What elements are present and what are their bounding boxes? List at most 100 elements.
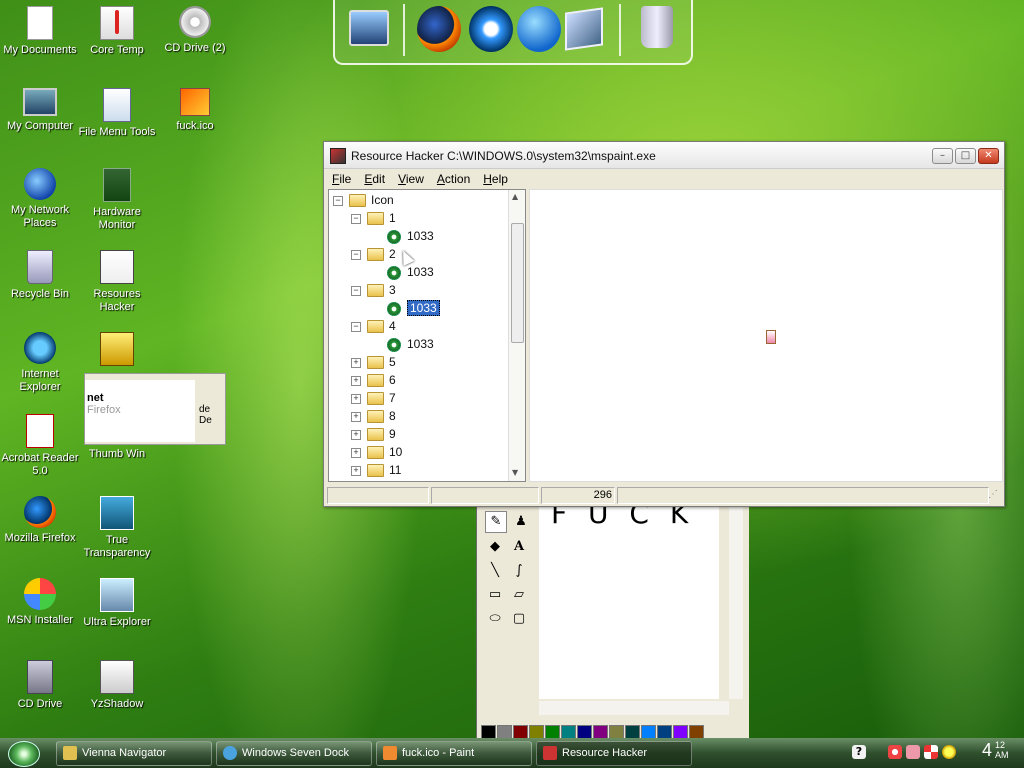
tray-smiley-icon[interactable] <box>942 745 956 759</box>
ellipse-tool-icon[interactable]: ⬭ <box>485 609 505 629</box>
rounded-rect-tool-icon[interactable]: ▢ <box>509 609 529 629</box>
menu-action[interactable]: Action <box>429 169 475 186</box>
desktop-icon-mozilla-firefox[interactable]: Mozilla Firefox <box>0 496 80 545</box>
desktop-icon-my-computer[interactable]: My Computer <box>0 88 80 133</box>
expand-icon[interactable]: + <box>351 357 361 368</box>
desktop-icon-yzshadow[interactable]: YzShadow <box>77 660 157 711</box>
menu-view[interactable]: View <box>390 169 429 186</box>
desktop-icon-label: My Network Places <box>10 204 70 229</box>
tree-node-group[interactable]: +9 <box>351 425 396 443</box>
line-tool-icon[interactable]: ╲ <box>485 561 505 581</box>
tray-grid-icon[interactable] <box>924 745 938 759</box>
tree-node-resource[interactable]: 1033 <box>387 227 434 245</box>
menu-file[interactable]: File <box>324 169 356 186</box>
desktop-icon-fuck-ico[interactable]: fuck.ico <box>155 88 235 133</box>
internet-explorer-icon[interactable] <box>469 6 513 52</box>
resource-tree[interactable]: − Icon −1 1033 −2 1033 −3 1033 −4 1033 +5… <box>328 189 526 482</box>
desktop-icon-label: fuck.ico <box>176 120 214 132</box>
fragment-side-text: de De <box>199 404 212 426</box>
tree-vertical-scrollbar[interactable]: ▲ ▼ <box>508 190 525 481</box>
resize-grip-icon[interactable]: ⋰ <box>988 487 1000 502</box>
maximize-button[interactable]: □ <box>955 148 976 164</box>
tree-node-group[interactable]: +6 <box>351 371 396 389</box>
expand-icon[interactable]: + <box>351 393 361 404</box>
expand-icon[interactable]: + <box>351 429 361 440</box>
scroll-up-arrow-icon[interactable]: ▲ <box>512 192 518 201</box>
collapse-icon[interactable]: − <box>351 249 361 260</box>
desktop-icon-my-network-places[interactable]: My Network Places <box>0 168 80 230</box>
desktop-icon-internet-explorer[interactable]: Internet Explorer <box>0 332 80 394</box>
firefox-icon[interactable] <box>417 6 461 52</box>
tree-node-resource-selected[interactable]: 1033 <box>387 299 440 317</box>
collapse-icon[interactable]: − <box>351 321 361 332</box>
expand-icon[interactable]: + <box>351 465 361 476</box>
desktop-icon-ultra-explorer[interactable]: Ultra Explorer <box>77 578 157 629</box>
security-alert-icon[interactable] <box>888 745 902 759</box>
tree-node-resource[interactable]: 1033 <box>387 335 434 353</box>
desktop-icon-resoures-hacker[interactable]: Resoures Hacker <box>77 250 157 314</box>
tree-node-group[interactable]: −4 <box>351 317 396 335</box>
tree-node-group[interactable]: +7 <box>351 389 396 407</box>
desktop-icon-acrobat-reader[interactable]: Acrobat Reader 5.0 <box>0 414 80 478</box>
monitor-icon[interactable] <box>349 10 389 46</box>
recycle-bin-icon[interactable] <box>641 6 673 48</box>
desktop-icon-cd-drive-2[interactable]: CD Drive (2) <box>155 6 235 55</box>
brush-tool-icon[interactable]: ♟ <box>511 512 531 532</box>
tree-node-group[interactable]: −1 <box>351 209 396 227</box>
paint-horizontal-scrollbar[interactable] <box>539 701 729 715</box>
help-icon[interactable]: ? <box>852 745 866 759</box>
text-tool-icon[interactable]: A <box>509 537 529 557</box>
tree-node-group[interactable]: +5 <box>351 353 396 371</box>
tree-node-label: 11 <box>389 463 402 477</box>
desktop-icon-core-temp[interactable]: Core Temp <box>77 6 157 57</box>
expand-icon[interactable]: + <box>351 411 361 422</box>
background-window-fragment[interactable]: net Firefox de De <box>84 373 226 445</box>
picture-viewer-icon[interactable] <box>565 7 603 51</box>
taskbar-button-vienna-navigator[interactable]: Vienna Navigator <box>56 741 212 766</box>
desktop-icon-recycle-bin[interactable]: Recycle Bin <box>0 250 80 301</box>
curve-tool-icon[interactable]: ∫ <box>509 561 529 581</box>
paint-window[interactable]: ✎ ♟ ◆ A ╲ ∫ ▭ ▱ ⬭ ▢ F U C K <box>476 497 749 748</box>
tree-node-group[interactable]: +10 <box>351 443 402 461</box>
pencil-tool-icon[interactable]: ✎ <box>485 511 507 533</box>
menu-edit[interactable]: Edit <box>356 169 390 186</box>
desktop-icon-my-documents[interactable]: My Documents <box>0 6 80 57</box>
minimize-button[interactable]: – <box>932 148 953 164</box>
rectangle-tool-icon[interactable]: ▭ <box>485 585 505 605</box>
desktop-icon-thumb-win[interactable]: Thumb Win <box>77 448 157 461</box>
paint-canvas[interactable]: F U C K <box>539 497 719 699</box>
tree-node-group[interactable]: +8 <box>351 407 396 425</box>
paint-vertical-scrollbar[interactable] <box>729 503 743 699</box>
expand-icon[interactable]: + <box>351 375 361 386</box>
desktop-icon-file-menu-tools[interactable]: File Menu Tools <box>77 88 157 139</box>
tree-node-label: 2 <box>389 247 396 261</box>
tree-node-group[interactable]: +11 <box>351 461 401 479</box>
media-player-icon[interactable] <box>517 6 561 52</box>
desktop-icon-msn-installer[interactable]: MSN Installer <box>0 578 80 627</box>
taskbar-button-paint[interactable]: fuck.ico - Paint <box>376 741 532 766</box>
taskbar-button-resource-hacker[interactable]: Resource Hacker <box>536 741 692 766</box>
desktop-icon-hardware-monitor[interactable]: Hardware Monitor <box>77 168 157 232</box>
start-button[interactable] <box>8 741 40 767</box>
tree-node-resource[interactable]: 1033 <box>387 263 434 281</box>
resource-hacker-window[interactable]: Resource Hacker C:\WINDOWS.0\system32\ms… <box>323 141 1005 507</box>
scroll-down-arrow-icon[interactable]: ▼ <box>512 468 518 477</box>
title-bar[interactable]: Resource Hacker C:\WINDOWS.0\system32\ms… <box>324 142 1004 169</box>
close-button[interactable]: ✕ <box>978 148 999 164</box>
fill-tool-icon[interactable]: ◆ <box>485 537 505 557</box>
menu-help[interactable]: Help <box>475 169 513 186</box>
collapse-icon[interactable]: − <box>351 213 361 224</box>
collapse-icon[interactable]: − <box>351 285 361 296</box>
scrollbar-thumb[interactable] <box>511 223 524 343</box>
tray-app-icon[interactable] <box>906 745 920 759</box>
taskbar-button-windows-seven-dock[interactable]: Windows Seven Dock <box>216 741 372 766</box>
polygon-tool-icon[interactable]: ▱ <box>509 585 529 605</box>
desktop-icon-r[interactable] <box>77 332 157 370</box>
desktop-icon-cd-drive[interactable]: CD Drive <box>0 660 80 711</box>
desktop-icon-true-transparency[interactable]: True Transparency <box>77 496 157 560</box>
tree-node-icon-root[interactable]: − Icon <box>333 191 394 209</box>
collapse-icon[interactable]: − <box>333 195 343 206</box>
expand-icon[interactable]: + <box>351 447 361 458</box>
tree-node-group[interactable]: −2 <box>351 245 396 263</box>
tree-node-group[interactable]: −3 <box>351 281 396 299</box>
